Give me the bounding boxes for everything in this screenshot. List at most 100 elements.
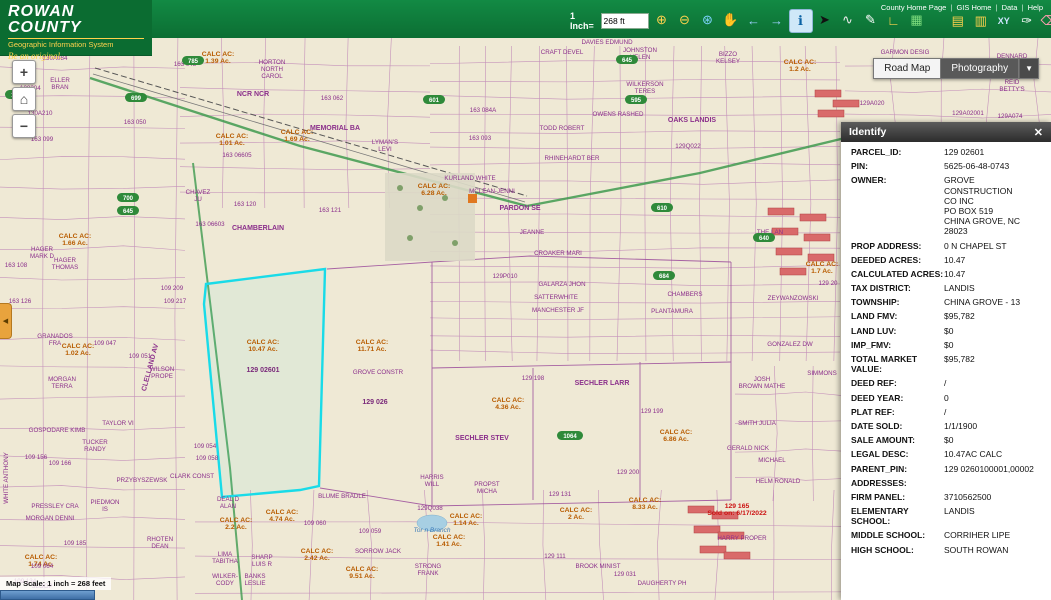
pan-icon[interactable]: ✋: [720, 9, 742, 31]
logo-tagline: Be an original.: [8, 51, 144, 61]
basemap-photography-button[interactable]: Photography: [941, 58, 1019, 79]
field-value: $0: [944, 435, 1043, 445]
field-value: $0: [944, 326, 1043, 336]
map-label: SHARPLUIS R: [251, 554, 272, 568]
map-label: MANCHESTER JF: [532, 307, 584, 314]
scale-input[interactable]: [601, 13, 649, 29]
zoom-full-extent-icon[interactable]: ⊛: [697, 9, 719, 31]
field-value: 3710562500: [944, 492, 1043, 502]
lasso-icon[interactable]: ∿: [837, 9, 859, 31]
clear-graphics-icon[interactable]: ⌫: [1039, 10, 1051, 32]
overview-map-corner[interactable]: [0, 590, 95, 600]
map-label: PLANTAMURA: [651, 308, 694, 315]
selected-parcel-highlight[interactable]: [204, 269, 325, 497]
field-value: LANDIS: [944, 506, 1043, 526]
field-value: CHINA GROVE - 13: [944, 297, 1043, 307]
field-value: 10.47: [944, 269, 1043, 279]
map-label: CHAMBERLAIN: [232, 225, 284, 232]
coordinates-icon[interactable]: XY: [993, 10, 1015, 32]
field-value: [944, 478, 1043, 488]
map-label: CALC AC:4.36 Ac.: [492, 397, 525, 411]
identify-panel-header: Identify ✕: [841, 122, 1051, 142]
identify-field-row: TOWNSHIP:CHINA GROVE - 13: [841, 295, 1051, 309]
field-label: DEED YEAR:: [851, 393, 944, 403]
map-label: 129 20: [819, 280, 838, 287]
map-label: PROPSTMICHA: [474, 481, 500, 495]
home-extent-button[interactable]: ⌂: [12, 87, 36, 111]
field-label: PARCEL_ID:: [851, 147, 944, 157]
map-label: 109 054: [194, 443, 217, 450]
basemap-road-map-button[interactable]: Road Map: [873, 58, 941, 79]
identify-icon[interactable]: ℹ: [789, 9, 813, 33]
map-label: CALC AC:2.42 Ac.: [301, 548, 334, 562]
field-label: LEGAL DESC:: [851, 449, 944, 459]
field-value: 5625-06-48-0743: [944, 161, 1043, 171]
field-value: 10.47AC CALC: [944, 449, 1043, 459]
map-label: CALC AC:6.28 Ac.: [418, 183, 451, 197]
map-label: 129 199: [641, 408, 664, 415]
identify-field-row: DEED YEAR:0: [841, 391, 1051, 405]
sidebar-collapse-tab[interactable]: ◀: [0, 303, 12, 339]
export-icon[interactable]: ▥: [970, 10, 992, 32]
map-label: 129 200: [617, 469, 640, 476]
logo-title: ROWAN COUNTY: [8, 4, 144, 36]
basemap-dropdown-caret[interactable]: ▼: [1019, 58, 1039, 79]
map-label: DAUGHERTY PH: [638, 580, 687, 587]
scale-label: 1 Inch=: [570, 11, 597, 31]
map-label: 129A020: [860, 100, 885, 107]
map-label: CALC AC:6.86 Ac.: [660, 429, 693, 443]
map-label: 163 121: [319, 207, 342, 214]
tree-symbol: [417, 205, 423, 211]
svg-text:645: 645: [622, 58, 633, 64]
map-label: 163 06605: [222, 152, 252, 159]
sketch-icon[interactable]: ✑: [1016, 10, 1038, 32]
map-label: PRESSLEY CRA: [31, 503, 79, 510]
identify-field-row: PROP ADDRESS:0 N CHAPEL ST: [841, 239, 1051, 253]
map-scale-readout: Map Scale: 1 inch = 268 feet: [0, 577, 111, 590]
field-value: 1/1/1900: [944, 421, 1043, 431]
field-value: 10.47: [944, 255, 1043, 265]
map-label: HELM RONALD: [756, 478, 801, 485]
map-label: GALARZA JHON: [538, 281, 585, 288]
field-label: LAND LUV:: [851, 326, 944, 336]
map-label: CRAFT DEVEL: [541, 49, 584, 56]
select-icon[interactable]: ➤: [814, 9, 836, 31]
identify-field-row: LAND LUV:$0: [841, 324, 1051, 338]
map-label: ZEYWANZOWSKI: [768, 295, 819, 302]
previous-extent-icon[interactable]: ←: [743, 9, 765, 31]
map-label: 163 06603: [195, 221, 225, 228]
identify-field-row: LAND FMV:$95,782: [841, 309, 1051, 323]
zoom-out-button[interactable]: −: [12, 114, 36, 138]
close-icon[interactable]: ✕: [1034, 126, 1043, 139]
map-label: MCLEAN-JENNI: [469, 188, 515, 195]
field-value: $0: [944, 340, 1043, 350]
identify-field-row: PIN:5625-06-48-0743: [841, 159, 1051, 173]
map-label: MORGANTERRA: [48, 376, 76, 390]
field-label: LAND FMV:: [851, 311, 944, 321]
map-label: SIMMONS: [807, 370, 837, 377]
zoom-in-button[interactable]: +: [12, 60, 36, 84]
draw-icon[interactable]: ✎: [860, 9, 882, 31]
map-label: DAVIES EDMUND: [581, 39, 633, 46]
identify-field-row: ADDRESSES:: [841, 476, 1051, 490]
map-label: CLARK CONST: [170, 473, 214, 480]
measure-icon[interactable]: ∟: [883, 9, 905, 31]
map-label: 109 166: [49, 460, 72, 467]
map-label: STRONGFRANK: [415, 563, 442, 577]
zoom-out-icon[interactable]: ⊖: [674, 9, 696, 31]
map-label: 163 120: [234, 201, 257, 208]
next-extent-icon[interactable]: →: [766, 9, 788, 31]
chart-icon[interactable]: ▦: [906, 9, 928, 31]
map-label: 129 026: [362, 399, 387, 406]
map-label: 109 217: [164, 298, 187, 305]
field-label: MIDDLE SCHOOL:: [851, 530, 944, 540]
field-value: SOUTH ROWAN: [944, 545, 1043, 555]
field-value: LANDIS: [944, 283, 1043, 293]
field-value: $95,782: [944, 311, 1043, 321]
map-label: SORROW JACK: [355, 548, 402, 555]
map-label: 163 062: [321, 95, 344, 102]
map-label: CALC AC:9.51 Ac.: [346, 566, 379, 580]
map-label: CROAKER MARI: [534, 250, 582, 257]
zoom-in-icon[interactable]: ⊕: [651, 9, 673, 31]
table-icon[interactable]: ▤: [947, 10, 969, 32]
